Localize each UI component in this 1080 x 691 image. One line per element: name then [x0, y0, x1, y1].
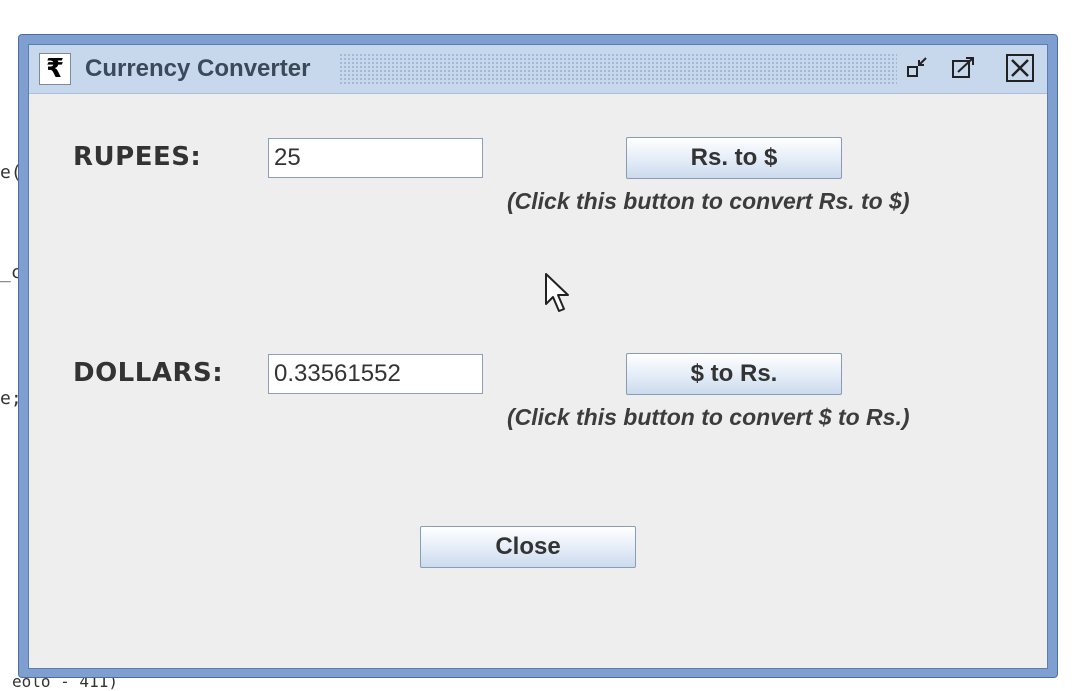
title-bar[interactable]: ₹ Currency Converter — [29, 45, 1047, 94]
maximize-button[interactable] — [949, 53, 979, 83]
close-button[interactable]: Close — [420, 526, 636, 568]
maximize-icon — [952, 57, 974, 78]
rupees-to-dollars-button[interactable]: Rs. to $ — [626, 137, 842, 179]
dollars-to-rupees-button[interactable]: $ to Rs. — [626, 353, 842, 395]
close-window-button[interactable] — [1005, 53, 1035, 83]
close-icon — [1006, 54, 1034, 82]
minimize-button[interactable] — [903, 53, 933, 83]
window-body: ₹ Currency Converter RUPEES: 25 Rs. to $… — [28, 44, 1048, 669]
window-title: Currency Converter — [85, 55, 311, 82]
rupees-hint: (Click this button to convert Rs. to $) — [507, 188, 910, 214]
title-bar-texture — [339, 53, 897, 85]
rupee-app-icon: ₹ — [39, 53, 71, 85]
rupees-label: RUPEES: — [73, 142, 202, 172]
converter-panel: RUPEES: Rs. to $ (Click this button to c… — [29, 94, 1047, 668]
dollars-hint: (Click this button to convert $ to Rs.) — [507, 404, 910, 430]
mouse-cursor-icon — [545, 273, 569, 312]
dollars-label: DOLLARS: — [73, 358, 224, 388]
minimize-icon — [907, 57, 927, 77]
dollars-input[interactable] — [268, 354, 483, 394]
currency-converter-window: ₹ Currency Converter RUPEES: 25 Rs. to $… — [18, 34, 1058, 678]
rupees-input[interactable] — [268, 138, 483, 178]
